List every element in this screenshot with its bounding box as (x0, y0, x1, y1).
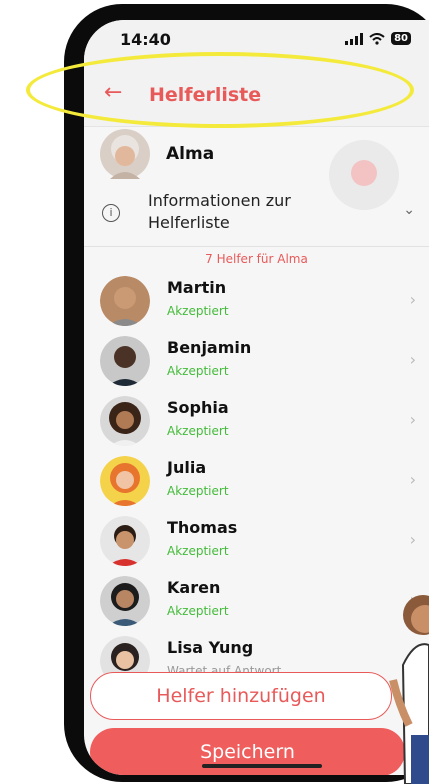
helper-row-julia[interactable]: Julia Akzeptiert › (100, 454, 420, 510)
helper-list-content: Alma i Informationen zur Helferliste ⌄ 7… (84, 126, 429, 686)
owner-row: Alma (100, 126, 214, 182)
helper-status: Akzeptiert (167, 364, 229, 378)
helper-row-benjamin[interactable]: Benjamin Akzeptiert › (100, 334, 420, 390)
owner-name: Alma (166, 144, 215, 164)
helper-status: Akzeptiert (167, 304, 229, 318)
helper-name: Lisa Yung (167, 638, 254, 657)
helper-status: Akzeptiert (167, 604, 229, 618)
avatar (100, 336, 150, 386)
helper-name: Martin (167, 278, 227, 297)
helper-row-sophia[interactable]: Sophia Akzeptiert › (100, 394, 420, 450)
annotation-highlight-ellipse (26, 52, 414, 128)
avatar (100, 456, 150, 506)
avatar (100, 396, 150, 446)
chevron-right-icon: › (409, 470, 416, 489)
info-icon: i (102, 204, 120, 222)
helper-status: Akzeptiert (167, 544, 229, 558)
avatar (100, 576, 150, 626)
helper-row-karen[interactable]: Karen Akzeptiert › (100, 574, 420, 630)
chevron-right-icon: › (409, 290, 416, 309)
home-indicator (202, 764, 322, 768)
chevron-right-icon: › (409, 410, 416, 429)
owner-avatar (100, 129, 150, 179)
helper-name: Thomas (167, 518, 238, 537)
helper-name: Julia (167, 458, 207, 477)
helper-row-martin[interactable]: Martin Akzeptiert › (100, 274, 420, 330)
info-text: Informationen zur Helferliste (148, 191, 291, 232)
add-helper-button[interactable]: Helfer hinzufügen (90, 672, 392, 720)
helper-row-thomas[interactable]: Thomas Akzeptiert › (100, 514, 420, 570)
wifi-icon (369, 32, 385, 45)
cartoon-character-illustration (389, 595, 429, 784)
helper-status: Akzeptiert (167, 424, 229, 438)
status-icons: 80 (345, 32, 411, 45)
helper-name: Benjamin (167, 338, 252, 357)
helper-name: Karen (167, 578, 221, 597)
helper-status: Akzeptiert (167, 484, 229, 498)
status-time: 14:40 (120, 30, 171, 49)
signal-icon (345, 32, 364, 45)
chevron-down-icon: ⌄ (403, 202, 415, 218)
helper-count: 7 Helfer für Alma (205, 252, 308, 266)
helper-name: Sophia (167, 398, 229, 417)
chevron-right-icon: › (409, 350, 416, 369)
info-accordion[interactable]: i Informationen zur Helferliste ⌄ (84, 184, 429, 247)
battery-icon: 80 (391, 32, 411, 45)
app-screen: 14:40 80 ← Helferliste Alma i Informatio… (84, 20, 429, 775)
avatar (100, 276, 150, 326)
chevron-right-icon: › (409, 530, 416, 549)
avatar (100, 516, 150, 566)
